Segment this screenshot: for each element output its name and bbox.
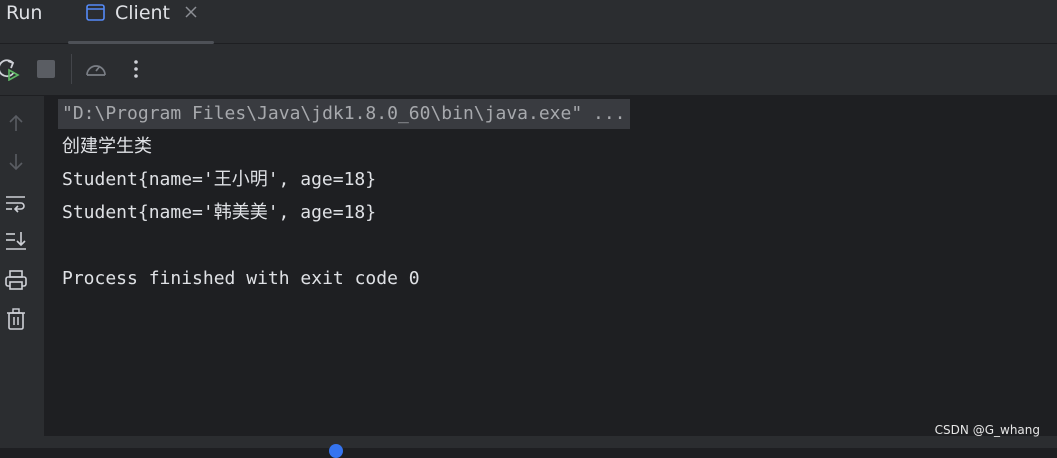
console-exit-line: Process finished with exit code 0 [62,268,420,289]
application-window-icon [86,4,105,21]
status-strip [0,436,1057,458]
console-side-toolbar [0,96,44,436]
console-line: 创建学生类 [62,136,152,157]
status-indicator [329,444,343,458]
scroll-to-end-icon[interactable] [5,230,27,252]
close-icon[interactable] [184,5,198,19]
run-panel-title: Run [6,2,43,24]
console-command-line: "D:\Program Files\Java\jdk1.8.0_60\bin\j… [58,99,630,129]
rerun-icon[interactable] [0,57,20,81]
console-output[interactable]: "D:\Program Files\Java\jdk1.8.0_60\bin\j… [44,96,1057,436]
print-icon[interactable] [5,269,27,291]
tool-window-header: Run Client [0,0,1057,44]
tab-client[interactable]: Client [68,0,214,44]
stop-icon[interactable] [34,57,58,81]
console-line: Student{name='韩美美', age=18} [62,202,377,223]
arrow-down-icon[interactable] [5,151,27,173]
toolbar-separator [71,54,72,84]
more-vertical-icon[interactable] [124,57,148,81]
profiler-gauge-icon[interactable] [84,57,108,81]
console-line: Student{name='王小明', age=18} [62,169,377,190]
arrow-up-icon[interactable] [5,112,27,134]
run-toolbar [0,44,1057,96]
soft-wrap-icon[interactable] [5,192,27,214]
trash-icon[interactable] [5,308,27,330]
watermark: CSDN @G_whang [934,423,1040,437]
tab-client-label: Client [115,2,171,24]
